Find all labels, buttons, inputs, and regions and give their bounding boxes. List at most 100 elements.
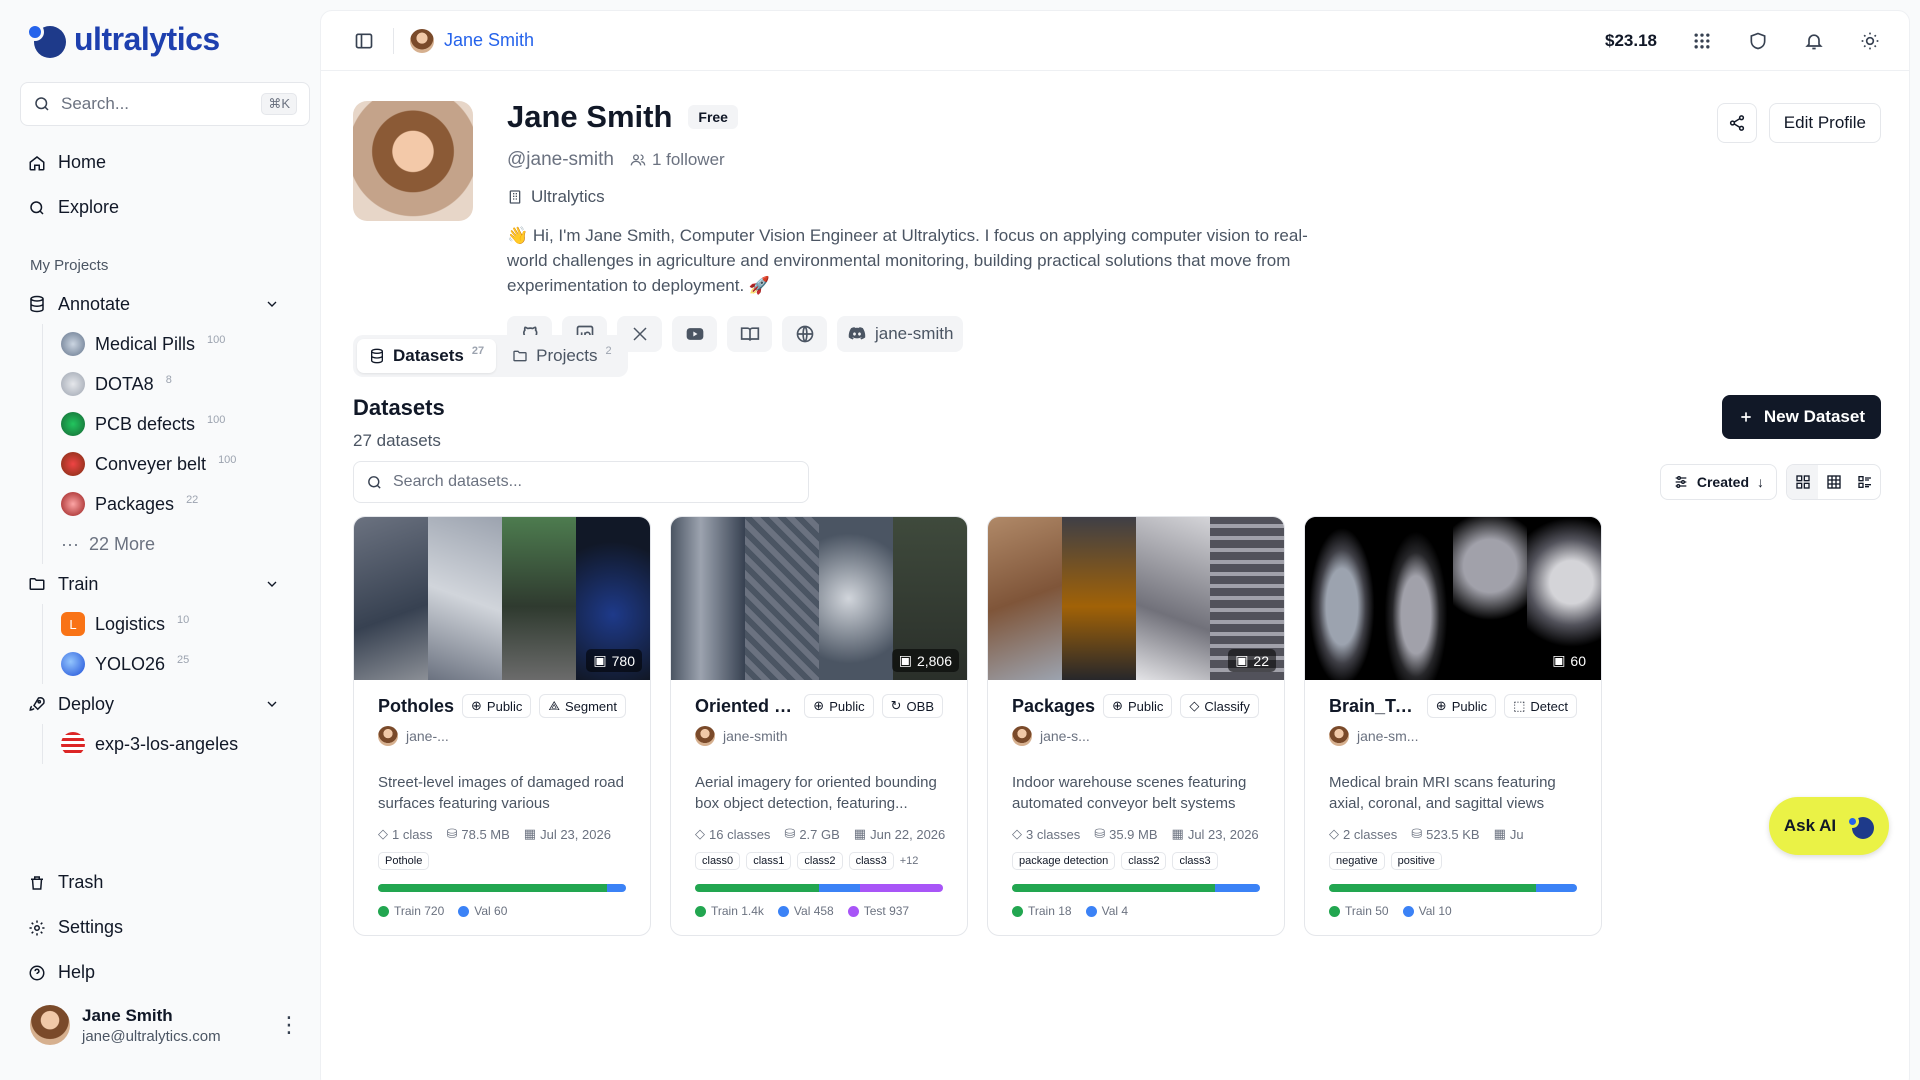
dataset-search-input[interactable]: Search datasets... xyxy=(353,461,809,503)
topbar: Jane Smith $23.18 xyxy=(321,11,1909,71)
calendar-icon: ▦ xyxy=(853,826,867,841)
sidebar-search-input[interactable]: Search... ⌘K xyxy=(20,82,310,126)
datasets-count: 27 datasets xyxy=(353,431,441,450)
share-icon xyxy=(1729,115,1744,131)
more-projects-link[interactable]: ··· 22 More xyxy=(61,524,320,564)
chevron-down-icon[interactable] xyxy=(264,696,280,712)
globe-icon[interactable] xyxy=(782,316,827,352)
sidebar-item-help[interactable]: Help xyxy=(20,950,300,995)
tab-datasets[interactable]: Datasets 27 xyxy=(357,339,497,373)
sidebar-item-label: Explore xyxy=(58,197,120,217)
avatar xyxy=(30,1005,70,1045)
dataset-card[interactable]: ▣ 60 Brain_Tu... ⊕ Public ⬚ Detect jane-sm.… xyxy=(1304,516,1602,936)
followers-link[interactable]: 1 follower xyxy=(630,150,725,170)
legend-label: Val 60 xyxy=(474,904,508,918)
breadcrumb[interactable]: Jane Smith xyxy=(393,27,535,54)
user-card[interactable]: Jane Smith jane@ultralytics.com ⋮ xyxy=(30,1005,300,1045)
credit-balance[interactable]: $23.18 xyxy=(1605,31,1657,51)
image-icon: ▣ xyxy=(898,652,912,668)
apps-grid-icon[interactable] xyxy=(1691,30,1713,52)
view-toggle xyxy=(1786,464,1881,500)
sidebar-toggle-icon[interactable] xyxy=(353,30,375,52)
dataset-date: Jun 22, 2026 xyxy=(870,826,946,842)
project-label: Packages xyxy=(95,493,175,514)
split-bar xyxy=(1329,884,1577,892)
task-badge: ⟁ Segment xyxy=(539,694,626,718)
segment-icon: ⟁ xyxy=(548,698,560,713)
logo[interactable]: ultralytics xyxy=(20,0,320,78)
split-segment xyxy=(1329,884,1536,892)
class-tag: class3 xyxy=(1172,852,1218,870)
project-item[interactable]: YOLO26 25 xyxy=(61,644,320,684)
legend-dot xyxy=(1085,905,1097,917)
split-segment xyxy=(1535,884,1577,892)
dataset-card[interactable]: ▣ 2,806 Oriented B... ⊕ Public ↻ OBB jane-s… xyxy=(670,516,968,936)
grid-view-icon[interactable] xyxy=(1787,465,1818,499)
project-item[interactable]: L Logistics 10 xyxy=(61,604,320,644)
plan-badge: Free xyxy=(688,105,738,129)
split-bar xyxy=(695,884,943,892)
breadcrumb-label: Jane Smith xyxy=(444,30,535,50)
datasets-title: Datasets xyxy=(353,395,445,420)
project-item[interactable]: Medical Pills 100 xyxy=(61,324,320,364)
new-dataset-button[interactable]: New Dataset xyxy=(1721,395,1881,439)
dataset-date: Ju xyxy=(1509,826,1524,842)
dataset-card[interactable]: ▣ 22 Packages ⊕ Public ◇ Classify jane-s...… xyxy=(987,516,1285,936)
task-badge: ⬚ Detect xyxy=(1504,694,1577,718)
project-item[interactable]: DOTA8 8 xyxy=(61,364,320,404)
project-item[interactable]: PCB defects 100 xyxy=(61,404,320,444)
globe-icon: ⊕ xyxy=(813,698,825,713)
tab-count: 27 xyxy=(471,345,485,357)
dataset-title: Oriented B... xyxy=(695,695,797,716)
dataset-title: Potholes xyxy=(378,695,455,716)
class-count: 16 classes xyxy=(709,826,771,842)
chevron-down-icon[interactable] xyxy=(264,296,280,312)
book-icon[interactable] xyxy=(727,316,772,352)
sort-dropdown[interactable]: Created ↓ xyxy=(1659,464,1777,500)
legend-label: Train 50 xyxy=(1345,904,1389,918)
building-icon xyxy=(509,190,521,204)
sidebar-item-settings[interactable]: Settings xyxy=(20,905,300,950)
sidebar-item-home[interactable]: Home xyxy=(20,140,300,185)
list-view-icon[interactable] xyxy=(1849,465,1880,499)
dataset-preview: ▣ 22 xyxy=(988,517,1284,680)
deployment-item[interactable]: exp-3-los-angeles xyxy=(61,724,320,764)
profile-header: Jane Smith Free @jane-smith 1 follower U… xyxy=(321,71,1909,371)
dataset-preview: ▣ 60 xyxy=(1305,517,1601,680)
project-label: PCB defects xyxy=(95,413,196,434)
calendar-icon: ▦ xyxy=(523,826,537,841)
user-name: Jane Smith xyxy=(82,1005,173,1025)
dataset-card[interactable]: ▣ 780 Potholes ⊕ Public ⟁ Segment jane-... … xyxy=(353,516,651,936)
ask-ai-button[interactable]: Ask AI xyxy=(1769,797,1889,855)
more-vertical-icon[interactable]: ⋮ xyxy=(278,1012,300,1038)
sidebar-item-trash[interactable]: Trash xyxy=(20,860,300,905)
main: Jane Smith $23.18 Jane Smith Free @jane-… xyxy=(320,0,1920,1080)
tab-projects[interactable]: Projects 2 xyxy=(500,339,624,373)
class-tag: class1 xyxy=(746,852,792,870)
rotate-icon: ↻ xyxy=(890,698,902,713)
project-item[interactable]: Packages 22 xyxy=(61,484,320,524)
tag-icon: ◇ xyxy=(378,826,388,841)
globe-icon: ⊕ xyxy=(1112,698,1123,713)
project-thumbnail xyxy=(61,332,85,356)
sidebar-group-deploy[interactable]: Deploy xyxy=(20,684,280,724)
sidebar-group-train[interactable]: Train xyxy=(20,564,280,604)
share-button[interactable] xyxy=(1716,103,1757,143)
project-item[interactable]: Conveyer belt 100 xyxy=(61,444,320,484)
dataset-date: Jul 23, 2026 xyxy=(540,826,611,842)
sidebar-group-annotate[interactable]: Annotate xyxy=(20,284,280,324)
edit-profile-button[interactable]: Edit Profile xyxy=(1768,103,1881,143)
sun-icon[interactable] xyxy=(1859,30,1881,52)
youtube-icon[interactable] xyxy=(672,316,717,352)
users-icon xyxy=(630,154,646,166)
sidebar-item-explore[interactable]: Explore xyxy=(20,185,300,230)
bell-icon[interactable] xyxy=(1803,30,1825,52)
discord-link[interactable]: jane-smith xyxy=(837,316,964,352)
discord-handle: jane-smith xyxy=(875,324,954,343)
table-view-icon[interactable] xyxy=(1818,465,1849,499)
chevron-down-icon[interactable] xyxy=(264,576,280,592)
dataset-size: 78.5 MB xyxy=(461,826,510,842)
task-badge: ◇ Classify xyxy=(1180,694,1259,718)
shield-icon[interactable] xyxy=(1747,30,1769,52)
project-count: 100 xyxy=(218,454,237,466)
